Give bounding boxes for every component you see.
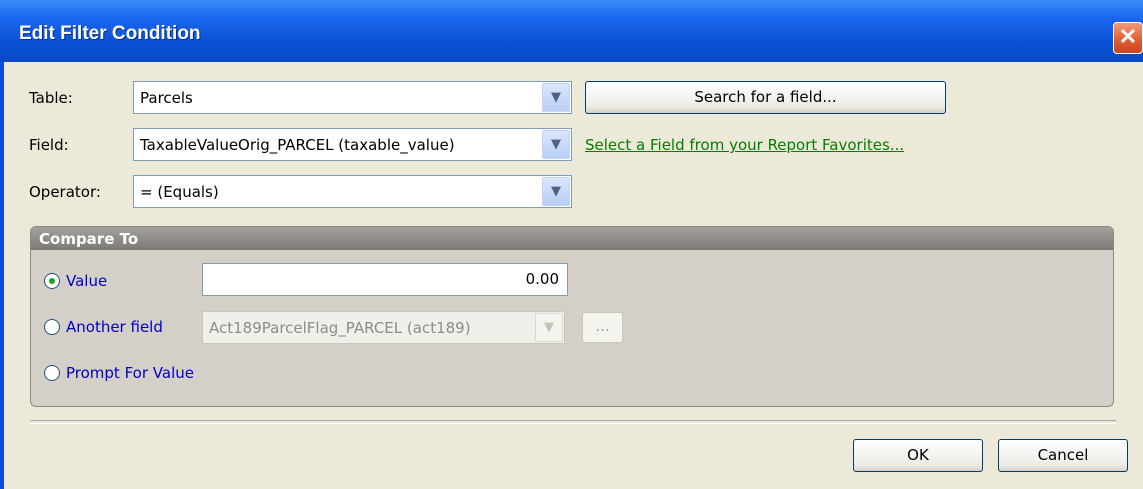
dialog-body: Table: Parcels ▼ Search for a field... F… — [4, 62, 1143, 489]
chevron-down-icon[interactable]: ▼ — [535, 313, 563, 342]
field-select[interactable]: TaxableValueOrig_PARCEL (taxable_value) … — [133, 128, 572, 161]
dialog-title: Edit Filter Condition — [19, 23, 201, 44]
browse-field-button[interactable]: ... — [582, 312, 623, 343]
browse-field-button-label: ... — [595, 317, 610, 335]
chevron-down-icon[interactable]: ▼ — [542, 177, 570, 206]
compare-to-header: Compare To — [31, 227, 1113, 250]
ok-button[interactable]: OK — [853, 439, 983, 472]
table-select-value: Parcels — [140, 89, 193, 107]
chevron-down-icon[interactable]: ▼ — [542, 130, 570, 159]
table-select[interactable]: Parcels ▼ — [133, 81, 572, 114]
close-icon: ✕ — [1118, 24, 1138, 49]
favorites-link[interactable]: Select a Field from your Report Favorite… — [585, 136, 904, 154]
prompt-option-label: Prompt For Value — [66, 364, 194, 382]
dialog-window: Edit Filter Condition ✕ Table: Parcels ▼… — [0, 0, 1143, 489]
operator-label: Operator: — [29, 183, 101, 201]
cancel-button-label: Cancel — [1037, 446, 1089, 464]
prompt-radio[interactable] — [44, 365, 60, 381]
value-option-label: Value — [66, 272, 108, 290]
compare-to-group: Compare To Value 0.00 Another field Act1… — [30, 226, 1114, 407]
table-label: Table: — [29, 89, 73, 107]
operator-select-value: = (Equals) — [140, 183, 219, 201]
close-button[interactable]: ✕ — [1113, 22, 1143, 54]
title-bar[interactable]: Edit Filter Condition ✕ — [0, 0, 1143, 62]
another-field-select[interactable]: Act189ParcelFlag_PARCEL (act189) ▼ — [202, 311, 565, 344]
cancel-button[interactable]: Cancel — [998, 439, 1128, 472]
value-radio[interactable] — [44, 273, 60, 289]
operator-select[interactable]: = (Equals) ▼ — [133, 175, 572, 208]
another-field-radio[interactable] — [44, 319, 60, 335]
footer-divider — [30, 420, 1116, 424]
ok-button-label: OK — [907, 446, 929, 464]
field-label: Field: — [29, 136, 69, 154]
chevron-down-icon[interactable]: ▼ — [542, 83, 570, 112]
field-select-value: TaxableValueOrig_PARCEL (taxable_value) — [140, 136, 455, 154]
value-input[interactable]: 0.00 — [202, 263, 568, 296]
compare-to-title: Compare To — [39, 230, 139, 248]
search-field-button-label: Search for a field... — [694, 88, 837, 106]
another-field-select-value: Act189ParcelFlag_PARCEL (act189) — [209, 319, 471, 337]
value-input-text: 0.00 — [525, 270, 559, 288]
another-field-label: Another field — [66, 318, 163, 336]
search-field-button[interactable]: Search for a field... — [585, 81, 946, 114]
